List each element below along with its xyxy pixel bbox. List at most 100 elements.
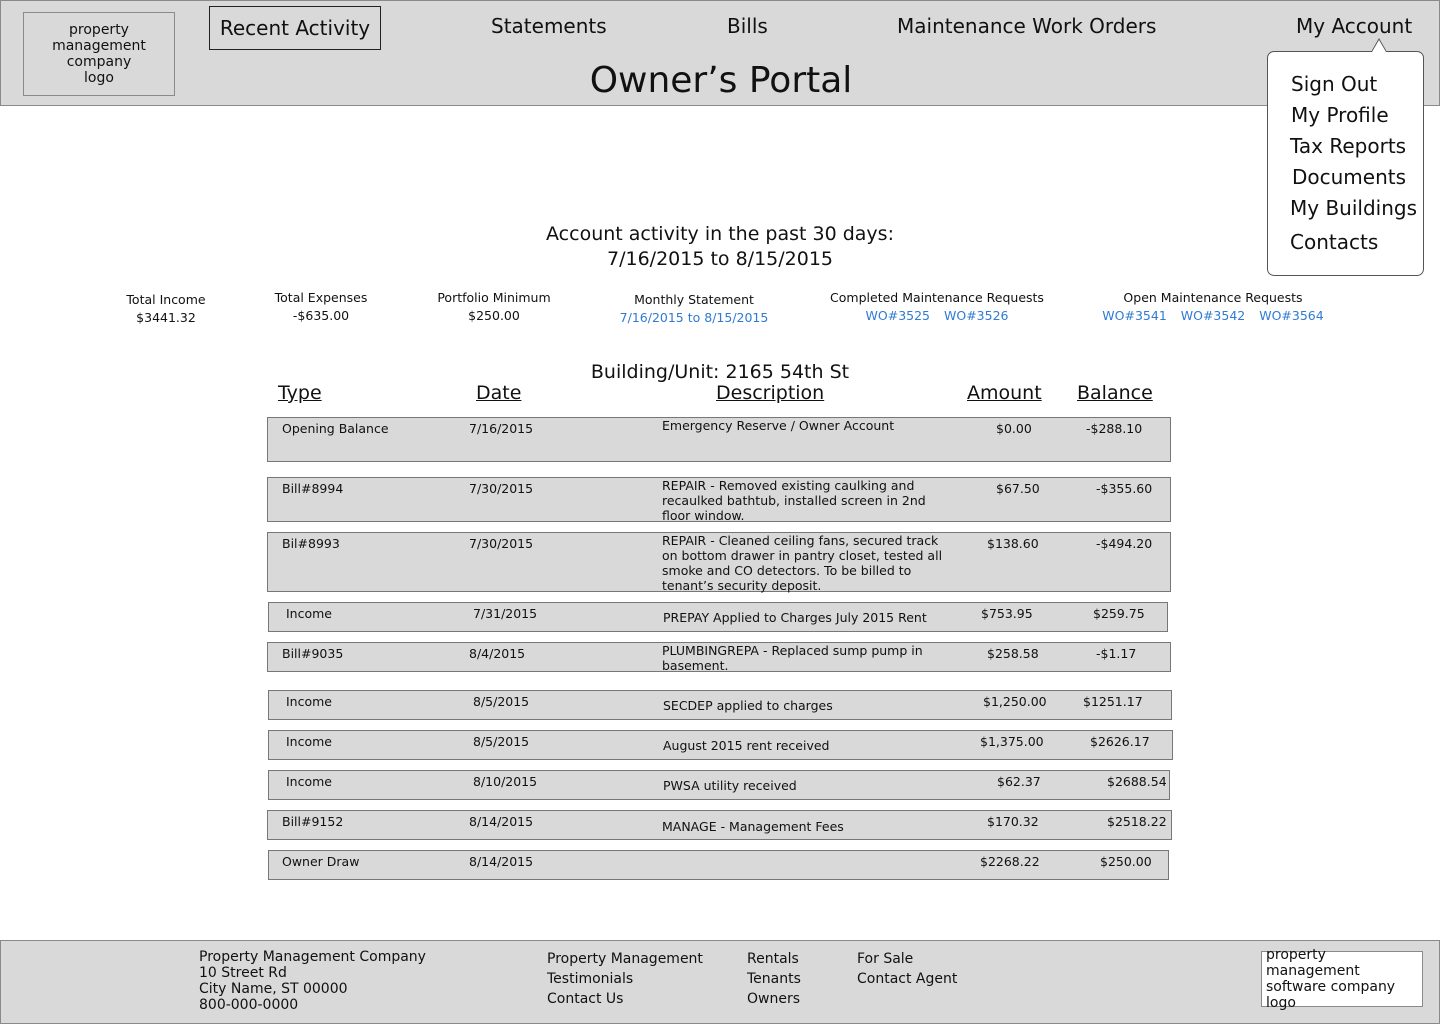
cell-amount: $138.60 xyxy=(987,536,1039,551)
cell-balance: $259.75 xyxy=(1093,606,1145,621)
footer-link-contact-us[interactable]: Contact Us xyxy=(547,989,703,1009)
footer-link-rentals[interactable]: Rentals xyxy=(747,949,801,969)
cell-type: Bill#9035 xyxy=(282,646,344,661)
stat-label: Total Income xyxy=(126,292,206,307)
column-header-date[interactable]: Date xyxy=(476,381,521,406)
cell-balance: -$288.10 xyxy=(1086,421,1143,436)
menu-item-sign-out[interactable]: Sign Out xyxy=(1291,71,1377,97)
footer-link-contact-agent[interactable]: Contact Agent xyxy=(857,969,957,989)
stat-value: $250.00 xyxy=(468,308,520,323)
cell-balance: -$355.60 xyxy=(1096,481,1153,496)
software-company-logo[interactable]: property management software company log… xyxy=(1261,947,1423,1011)
table-row[interactable]: Income 8/10/2015 PWSA utility received $… xyxy=(268,770,1170,800)
column-header-balance[interactable]: Balance xyxy=(1077,381,1153,406)
cell-date: 8/5/2015 xyxy=(473,694,530,709)
nav-statements[interactable]: Statements xyxy=(491,13,607,39)
footer-links-rentals: Rentals Tenants Owners xyxy=(747,949,801,1009)
work-order-link[interactable]: WO#3525 xyxy=(866,308,930,323)
cell-description: August 2015 rent received xyxy=(663,738,830,753)
stat-value: -$635.00 xyxy=(292,308,350,323)
cell-type: Income xyxy=(286,774,332,789)
table-row[interactable]: Income 7/31/2015 PREPAY Applied to Charg… xyxy=(268,602,1168,632)
table-row[interactable]: Bill#8994 7/30/2015 REPAIR - Removed exi… xyxy=(267,477,1171,523)
stat-total-expenses: Total Expenses -$635.00 xyxy=(275,289,368,325)
footer-link-property-management[interactable]: Property Management xyxy=(547,949,703,969)
footer-link-for-sale[interactable]: For Sale xyxy=(857,949,957,969)
stat-label: Portfolio Minimum xyxy=(437,290,551,305)
stat-label: Monthly Statement xyxy=(634,292,754,307)
cell-amount: $170.32 xyxy=(987,814,1039,829)
table-row[interactable]: Opening Balance 7/16/2015 Emergency Rese… xyxy=(267,417,1171,462)
activity-date-range: 7/16/2015 to 8/15/2015 xyxy=(607,248,833,270)
cell-description: PLUMBINGREPA - Replaced sump pump in bas… xyxy=(662,643,923,673)
page-title: Owner’s Portal xyxy=(589,60,853,101)
stat-label: Open Maintenance Requests xyxy=(1123,290,1303,305)
cell-type: Owner Draw xyxy=(282,854,360,869)
cell-type: Bil#8993 xyxy=(282,536,340,551)
column-header-description[interactable]: Description xyxy=(716,381,824,406)
nav-recent-activity[interactable]: Recent Activity xyxy=(209,6,381,50)
stat-portfolio-minimum: Portfolio Minimum $250.00 xyxy=(437,289,550,325)
footer-links-company: Property Management Testimonials Contact… xyxy=(547,949,703,1009)
stat-total-income: Total Income $3441.32 xyxy=(126,291,205,327)
work-order-link[interactable]: WO#3541 xyxy=(1102,308,1166,323)
header-bar: property management company logo Recent … xyxy=(0,0,1440,106)
cell-balance: -$494.20 xyxy=(1096,536,1153,551)
cell-description: MANAGE - Management Fees xyxy=(662,819,844,834)
table-row[interactable]: Owner Draw 8/14/2015 $2268.22 $250.00 xyxy=(268,850,1169,880)
cell-balance: $2688.54 xyxy=(1107,774,1167,789)
dropdown-caret-fill xyxy=(1372,40,1386,52)
cell-type: Bill#8994 xyxy=(282,481,344,496)
cell-date: 8/14/2015 xyxy=(469,854,534,869)
account-dropdown-menu: Sign Out My Profile Tax Reports Document… xyxy=(1267,51,1424,276)
work-order-link[interactable]: WO#3542 xyxy=(1181,308,1245,323)
nav-maintenance-work-orders[interactable]: Maintenance Work Orders xyxy=(897,13,1156,39)
cell-description: PREPAY Applied to Charges July 2015 Rent xyxy=(663,610,927,625)
cell-date: 8/4/2015 xyxy=(469,646,526,661)
table-row[interactable]: Income 8/5/2015 August 2015 rent receive… xyxy=(268,730,1173,760)
table-row[interactable]: Income 8/5/2015 SECDEP applied to charge… xyxy=(268,690,1172,720)
menu-item-tax-reports[interactable]: Tax Reports xyxy=(1290,133,1406,159)
menu-item-contacts[interactable]: Contacts xyxy=(1290,229,1378,255)
cell-balance: $2626.17 xyxy=(1090,734,1150,749)
table-row[interactable]: Bill#9152 8/14/2015 MANAGE - Management … xyxy=(267,810,1172,840)
cell-amount: $258.58 xyxy=(987,646,1039,661)
footer-phone: 800-000-0000 xyxy=(199,997,299,1013)
cell-amount: $0.00 xyxy=(996,421,1032,436)
footer-link-tenants[interactable]: Tenants xyxy=(747,969,801,989)
cell-type: Bill#9152 xyxy=(282,814,344,829)
monthly-statement-link[interactable]: 7/16/2015 to 8/15/2015 xyxy=(620,309,769,327)
column-header-type[interactable]: Type xyxy=(278,381,322,406)
stat-value: $3441.32 xyxy=(136,310,196,325)
cell-balance: $2518.22 xyxy=(1107,814,1167,829)
stat-completed-maintenance: Completed Maintenance Requests WO#3525 W… xyxy=(830,289,1044,325)
cell-amount: $753.95 xyxy=(981,606,1033,621)
footer-company-info: Property Management Company 10 Street Rd… xyxy=(199,949,426,1013)
column-header-amount[interactable]: Amount xyxy=(967,381,1042,406)
cell-date: 7/30/2015 xyxy=(469,481,534,496)
cell-amount: $1,375.00 xyxy=(980,734,1044,749)
footer-city: City Name, ST 00000 xyxy=(199,981,348,997)
footer-link-owners[interactable]: Owners xyxy=(747,989,801,1009)
cell-amount: $1,250.00 xyxy=(983,694,1047,709)
cell-date: 7/30/2015 xyxy=(469,536,534,551)
table-row[interactable]: Bill#9035 8/4/2015 PLUMBINGREPA - Replac… xyxy=(267,642,1171,673)
menu-item-my-profile[interactable]: My Profile xyxy=(1291,102,1389,128)
nav-bills[interactable]: Bills xyxy=(727,13,768,39)
stat-label: Total Expenses xyxy=(274,290,368,305)
stat-open-maintenance: Open Maintenance Requests WO#3541 WO#354… xyxy=(1097,289,1328,325)
cell-type: Income xyxy=(286,694,332,709)
footer-address: 10 Street Rd xyxy=(199,965,287,981)
cell-amount: $2268.22 xyxy=(980,854,1040,869)
cell-amount: $62.37 xyxy=(997,774,1041,789)
stat-monthly-statement: Monthly Statement 7/16/2015 to 8/15/2015 xyxy=(620,291,769,327)
menu-item-documents[interactable]: Documents xyxy=(1292,164,1406,190)
work-order-link[interactable]: WO#3526 xyxy=(944,308,1008,323)
cell-date: 8/14/2015 xyxy=(469,814,534,829)
footer-link-testimonials[interactable]: Testimonials xyxy=(547,969,703,989)
nav-my-account[interactable]: My Account xyxy=(1296,13,1412,39)
work-order-link[interactable]: WO#3564 xyxy=(1259,308,1323,323)
cell-balance: -$1.17 xyxy=(1096,646,1137,661)
table-row[interactable]: Bil#8993 7/30/2015 REPAIR - Cleaned ceil… xyxy=(267,532,1171,593)
menu-item-my-buildings[interactable]: My Buildings xyxy=(1290,195,1417,221)
